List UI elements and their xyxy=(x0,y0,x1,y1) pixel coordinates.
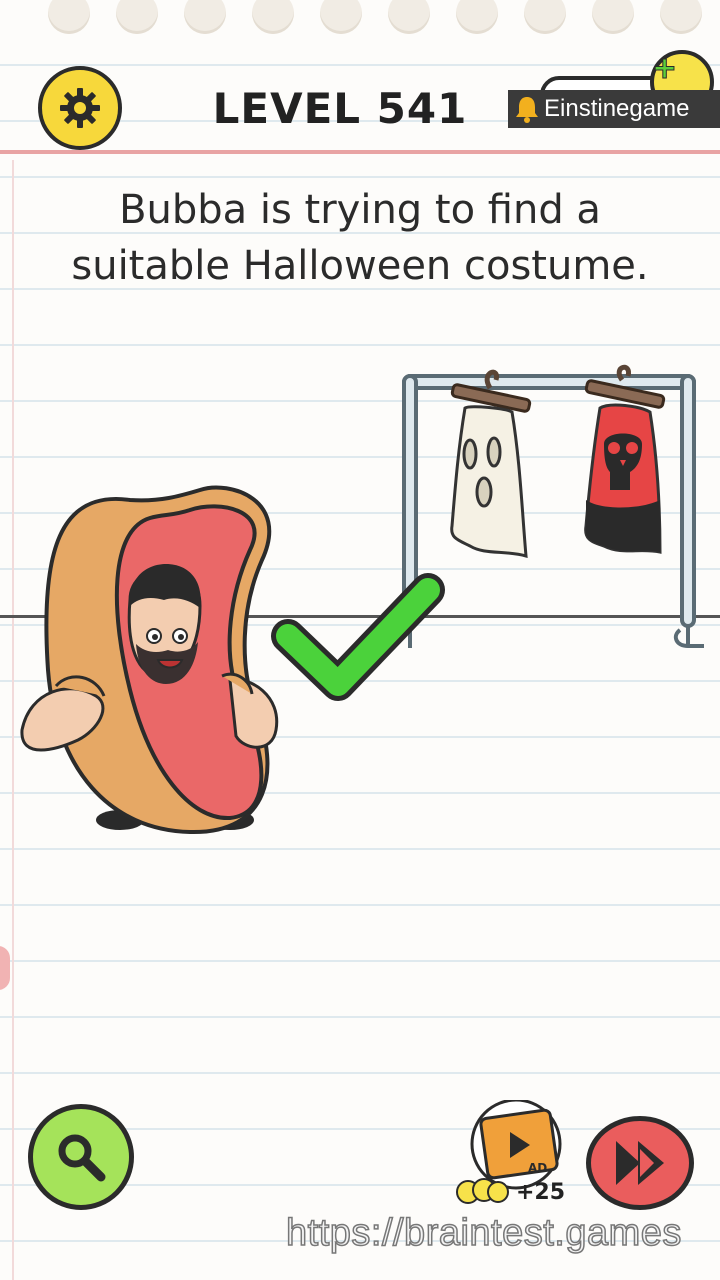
binder-hole xyxy=(320,0,362,34)
search-button[interactable] xyxy=(28,1104,134,1210)
binder-hole xyxy=(592,0,634,34)
watermark-top-text: Einstinegame xyxy=(544,95,690,122)
check-mark xyxy=(271,573,445,701)
settings-button[interactable] xyxy=(38,66,122,150)
ghost-costume xyxy=(450,369,532,559)
svg-text:+: + xyxy=(652,51,677,86)
fast-forward-icon xyxy=(616,1141,664,1185)
binder-hole xyxy=(48,0,90,34)
watermark-bottom: https://braintest.games xyxy=(285,1211,682,1255)
ad-reward-label: +25 xyxy=(516,1180,566,1205)
bulb-reward-icon xyxy=(456,1178,509,1204)
binder-hole xyxy=(660,0,702,34)
question-text: Bubba is trying to find a suitable Hallo… xyxy=(60,182,660,294)
binder-hole xyxy=(524,0,566,34)
question-line-2: suitable Halloween costume. xyxy=(71,243,649,289)
binder-hole xyxy=(252,0,294,34)
bell-icon xyxy=(516,97,538,123)
binder-hole xyxy=(116,0,158,34)
watermark-top: Einstinegame xyxy=(508,90,720,128)
ad-badge: AD xyxy=(528,1161,547,1175)
bubba-hotdog xyxy=(20,485,279,835)
binder-hole xyxy=(456,0,498,34)
side-tab[interactable] xyxy=(0,946,10,990)
game-scene xyxy=(20,364,704,835)
binder-hole xyxy=(388,0,430,34)
binder-hole xyxy=(184,0,226,34)
level-title: LEVEL 541 xyxy=(212,84,468,133)
skull-costume xyxy=(584,364,666,554)
binder-holes xyxy=(0,0,720,40)
skip-button[interactable] xyxy=(586,1116,694,1210)
magnifier-icon xyxy=(58,1134,106,1182)
gear-icon xyxy=(60,88,100,128)
header-divider xyxy=(0,150,720,154)
question-line-1: Bubba is trying to find a xyxy=(119,187,601,233)
